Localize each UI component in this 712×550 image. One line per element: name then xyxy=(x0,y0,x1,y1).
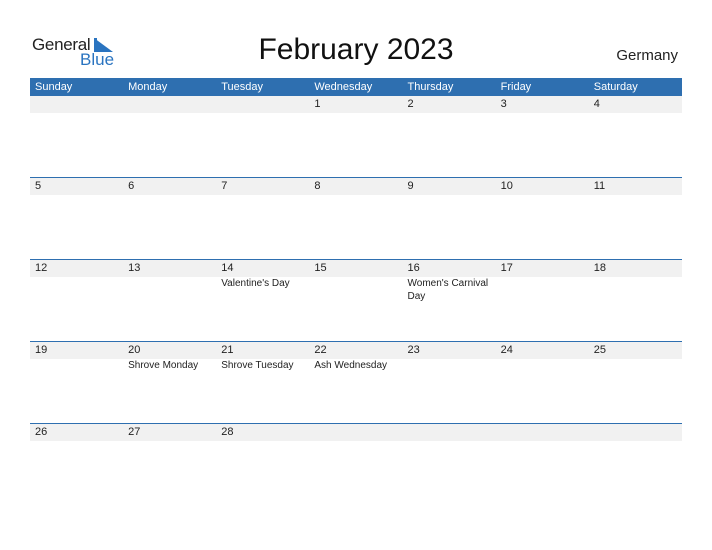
weekday-sunday: Sunday xyxy=(35,81,73,93)
weekday-saturday: Saturday xyxy=(593,81,638,93)
day-number: 9 xyxy=(407,180,414,192)
holiday-label: Women's Carnival Day xyxy=(407,278,489,302)
week-row: 5 6 7 8 9 10 11 xyxy=(30,177,682,259)
events-row: Valentine's Day Women's Carnival Day xyxy=(30,277,682,303)
holiday-label: Ash Wednesday xyxy=(314,360,388,371)
day-number: 8 xyxy=(314,180,321,192)
day-number: 20 xyxy=(128,344,141,356)
holiday-label xyxy=(589,359,682,372)
weekday-header: Sunday Monday Tuesday Wednesday Thursday Frid… xyxy=(30,78,682,96)
weekday-thursday: Thursday xyxy=(407,81,454,93)
day-number: 25 xyxy=(593,344,606,356)
day-number: 3 xyxy=(500,98,507,110)
day-number: 10 xyxy=(500,180,513,192)
holiday-label xyxy=(589,277,682,303)
page-title: February 2023 xyxy=(258,33,454,66)
day-number xyxy=(30,96,123,113)
day-number: 1 xyxy=(314,98,321,110)
day-number: 7 xyxy=(221,180,228,192)
holiday-label: Shrove Tuesday xyxy=(221,360,294,371)
weekday-monday: Monday xyxy=(128,81,168,93)
day-number: 11 xyxy=(593,180,606,192)
week-row: 26 27 28 xyxy=(30,423,682,505)
day-number: 27 xyxy=(128,426,141,438)
holiday-label xyxy=(30,277,123,303)
holiday-label: Shrove Monday xyxy=(128,360,199,371)
day-number xyxy=(496,424,589,441)
day-number: 2 xyxy=(407,98,414,110)
week-row: 12 13 14 15 16 17 18 Valentine's Day Women's Car… xyxy=(30,259,682,341)
day-number xyxy=(123,96,216,113)
calendar-grid: Sunday Monday Tuesday Wednesday Thursday Frid… xyxy=(30,78,682,505)
day-number: 22 xyxy=(314,344,327,356)
week-row: 1 2 3 4 xyxy=(30,96,682,177)
day-number: 21 xyxy=(221,344,234,356)
day-number xyxy=(403,424,496,441)
day-number-strip: 1 2 3 4 xyxy=(30,96,682,113)
weekday-friday: Friday xyxy=(500,81,532,93)
day-number: 5 xyxy=(35,180,42,192)
day-number: 6 xyxy=(128,180,135,192)
day-number: 15 xyxy=(314,262,327,274)
day-number: 19 xyxy=(35,344,48,356)
holiday-label xyxy=(496,359,589,372)
holiday-label xyxy=(496,277,589,303)
week-row: 19 20 21 22 23 24 25 Shrove Monday Shrove Tuesda… xyxy=(30,341,682,423)
day-number: 24 xyxy=(500,344,513,356)
day-number: 17 xyxy=(500,262,513,274)
holiday-label: Valentine's Day xyxy=(221,278,290,289)
day-number: 4 xyxy=(593,98,600,110)
day-number: 26 xyxy=(35,426,48,438)
weekday-wednesday: Wednesday xyxy=(314,81,373,93)
day-number-strip: 5 6 7 8 9 10 11 xyxy=(30,178,682,195)
day-number: 12 xyxy=(35,262,48,274)
weekday-tuesday: Tuesday xyxy=(221,81,264,93)
holiday-label xyxy=(403,359,496,372)
day-number: 18 xyxy=(593,262,606,274)
holiday-label xyxy=(309,277,402,303)
events-row: Shrove Monday Shrove Tuesday Ash Wednesday xyxy=(30,359,682,372)
day-number xyxy=(309,424,402,441)
day-number-strip: 26 27 28 xyxy=(30,424,682,441)
day-number: 13 xyxy=(128,262,141,274)
day-number: 16 xyxy=(407,262,420,274)
day-number xyxy=(589,424,682,441)
holiday-label xyxy=(123,277,216,303)
holiday-label xyxy=(30,359,123,372)
day-number-strip: 12 13 14 15 16 17 18 xyxy=(30,260,682,277)
day-number-strip: 19 20 21 22 23 24 25 xyxy=(30,342,682,359)
day-number xyxy=(216,96,309,113)
day-number: 14 xyxy=(221,262,234,274)
day-number: 28 xyxy=(221,426,234,438)
day-number: 23 xyxy=(407,344,420,356)
country-label: Germany xyxy=(616,47,678,64)
